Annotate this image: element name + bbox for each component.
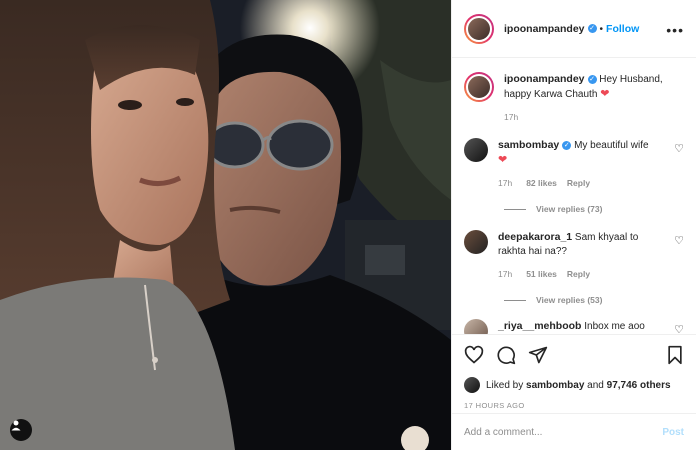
reply-button[interactable]: Reply <box>567 178 590 188</box>
comment-like-heart-icon[interactable]: ♡ <box>674 142 684 155</box>
more-options-icon[interactable]: ••• <box>666 22 684 38</box>
commenter-avatar[interactable] <box>464 319 488 334</box>
caption-username[interactable]: ipoonampandey <box>504 73 585 85</box>
liked-by-user[interactable]: sambombay <box>526 380 584 391</box>
user-tag-button[interactable] <box>10 419 32 441</box>
bookmark-icon[interactable] <box>666 345 684 365</box>
user-tag-icon <box>11 420 21 431</box>
comment-time[interactable]: 17h <box>498 269 512 279</box>
heart-icon[interactable] <box>464 345 484 365</box>
verified-badge-icon: ✓ <box>562 140 572 150</box>
share-icon[interactable] <box>528 345 548 365</box>
comment-time[interactable]: 17h <box>498 178 512 188</box>
author-line: ipoonampandey ✓ • Follow <box>504 23 639 35</box>
red-heart-emoji-icon: ❤ <box>498 154 508 166</box>
comment-likes[interactable]: 82 likes <box>526 178 557 188</box>
add-comment-bar: Post <box>452 413 696 450</box>
verified-badge-icon: ✓ <box>587 74 597 84</box>
comment-like-heart-icon[interactable]: ♡ <box>674 234 684 247</box>
post-header: ipoonampandey ✓ • Follow ••• <box>452 0 696 58</box>
comment-icon[interactable] <box>496 345 516 365</box>
commenter-avatar[interactable] <box>464 138 488 162</box>
post-timestamp[interactable]: 17 HOURS AGO <box>464 401 684 410</box>
liked-by-prefix: Liked by <box>486 379 524 391</box>
verified-badge-icon: ✓ <box>587 24 597 34</box>
caption-avatar[interactable] <box>464 72 494 102</box>
author-avatar[interactable] <box>464 13 494 44</box>
caption: ipoonampandey ✓ Hey Husband, happy Karwa … <box>464 72 684 124</box>
comment-item: sambombay ✓ My beautiful wife ❤ 17h 82 like… <box>464 138 684 190</box>
view-replies-button[interactable]: View replies (73) <box>504 204 684 214</box>
comment-body: _riya__mehboob Inbox me aoo <box>498 319 668 334</box>
view-replies-label: View replies (53) <box>536 295 603 305</box>
comments-list[interactable]: ipoonampandey ✓ Hey Husband, happy Karwa … <box>452 58 696 334</box>
author-username[interactable]: ipoonampandey <box>504 23 585 35</box>
reply-button[interactable]: Reply <box>567 269 590 279</box>
comment-username[interactable]: deepakarora_1 <box>498 231 572 243</box>
separator-dot: • <box>599 23 604 35</box>
comment-likes[interactable]: 51 likes <box>526 269 557 279</box>
follow-button[interactable]: Follow <box>606 23 639 35</box>
caption-time[interactable]: 17h <box>504 112 518 122</box>
post-comment-button[interactable]: Post <box>662 427 684 438</box>
photo-illustration <box>0 0 451 450</box>
comment-meta: 17h 51 likes Reply <box>498 267 668 281</box>
red-heart-emoji-icon: ❤ <box>600 88 610 100</box>
comment-item: _riya__mehboob Inbox me aoo ♡ <box>464 319 684 334</box>
caption-body: ipoonampandey ✓ Hey Husband, happy Karwa … <box>504 72 674 124</box>
liked-by: Liked by sambombay and 97,746 others <box>464 377 684 393</box>
comment-username[interactable]: _riya__mehboob <box>498 320 581 332</box>
comment-like-heart-icon[interactable]: ♡ <box>674 323 684 334</box>
post-photo[interactable] <box>0 0 451 450</box>
comment-body: deepakarora_1 Sam khyaal to rakhta hai n… <box>498 230 668 281</box>
likes-count[interactable]: 97,746 others <box>607 380 671 391</box>
liker-avatar[interactable] <box>464 377 480 393</box>
view-replies-button[interactable]: View replies (53) <box>504 295 684 305</box>
view-replies-label: View replies (73) <box>536 204 603 214</box>
post-actions: Liked by sambombay and 97,746 others 17 … <box>452 334 696 410</box>
liked-by-joiner: and <box>587 379 604 391</box>
comment-text: My beautiful wife <box>574 140 649 151</box>
comment-text: Inbox me aoo <box>584 321 645 332</box>
comment-input[interactable] <box>464 426 663 438</box>
action-icons <box>464 343 684 367</box>
comment-username[interactable]: sambombay <box>498 139 559 151</box>
commenter-avatar[interactable] <box>464 230 488 254</box>
comment-meta: 17h 82 likes Reply <box>498 176 668 190</box>
comment-item: deepakarora_1 Sam khyaal to rakhta hai n… <box>464 230 684 281</box>
caption-meta: 17h <box>504 110 674 124</box>
post-side-panel: ipoonampandey ✓ • Follow ••• ipoonampandey ✓… <box>451 0 696 450</box>
comment-body: sambombay ✓ My beautiful wife ❤ 17h 82 like… <box>498 138 668 190</box>
